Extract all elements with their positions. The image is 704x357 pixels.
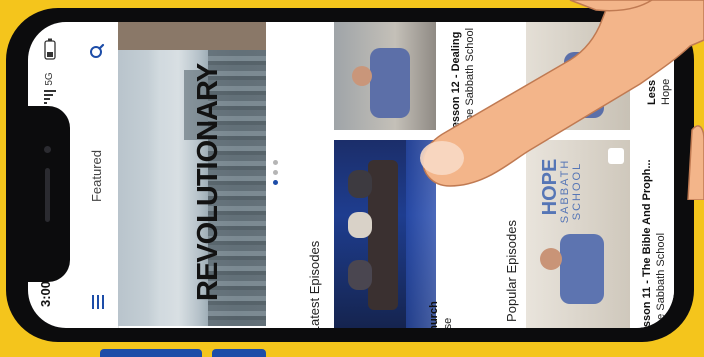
host-1 bbox=[348, 170, 372, 198]
camera-dot bbox=[44, 146, 51, 153]
network-label: 5G bbox=[44, 72, 55, 86]
bottom-tab-2 bbox=[150, 349, 202, 357]
episode-card-subtitle: InVerse bbox=[441, 255, 455, 328]
pointing-hand-illustration bbox=[420, 0, 704, 200]
hamburger-menu-icon[interactable] bbox=[90, 294, 106, 310]
latest-episodes-title: Latest Episodes bbox=[307, 240, 322, 328]
carousel-dot-3[interactable] bbox=[273, 180, 278, 185]
hero-title: REVOLUTIONARY bbox=[192, 63, 224, 301]
speaker-grille bbox=[45, 168, 50, 222]
app-nav-bar: Featured bbox=[78, 22, 119, 328]
host-3 bbox=[348, 260, 372, 290]
speaker-head bbox=[540, 248, 562, 270]
carousel-dots[interactable] bbox=[266, 152, 284, 192]
popular-episodes-title: Popular Episodes bbox=[504, 220, 519, 322]
episode-card-title: 12 Church bbox=[427, 255, 441, 328]
carousel-dot-1[interactable] bbox=[273, 160, 278, 165]
speaker-head bbox=[352, 66, 372, 86]
host-2 bbox=[348, 212, 372, 238]
search-icon[interactable] bbox=[88, 42, 106, 60]
carousel-dot-2[interactable] bbox=[273, 170, 278, 175]
carousel-peek-image bbox=[118, 22, 266, 50]
page-title: Featured bbox=[89, 149, 104, 203]
featured-hero-banner[interactable]: REVOLUTIONARY bbox=[118, 50, 266, 326]
signal-icon bbox=[44, 90, 56, 104]
phone-notch bbox=[28, 106, 70, 282]
speaker-body bbox=[560, 234, 604, 304]
battery-icon bbox=[44, 38, 56, 60]
bottom-tab-3 bbox=[212, 349, 266, 357]
